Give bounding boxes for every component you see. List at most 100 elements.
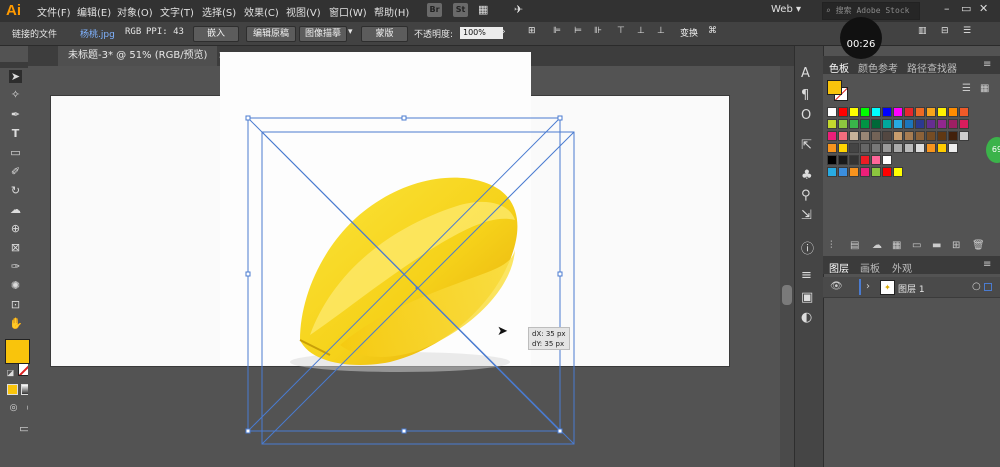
swatch[interactable] <box>860 167 870 177</box>
swatch[interactable] <box>838 167 848 177</box>
paragraph-panel-icon[interactable]: ¶ <box>801 88 809 103</box>
swatch[interactable] <box>948 119 958 129</box>
list-view-icon[interactable]: ☰ <box>962 83 971 94</box>
libraries-panel-icon[interactable]: ⚲ <box>801 188 811 203</box>
swatch[interactable] <box>915 131 925 141</box>
swatch[interactable] <box>827 167 837 177</box>
layer-name[interactable]: 图层 1 <box>898 282 925 295</box>
swatch[interactable] <box>838 155 848 165</box>
swatch[interactable] <box>838 107 848 117</box>
layers-menu-icon[interactable]: ≡ <box>983 259 991 270</box>
swatch[interactable] <box>860 107 870 117</box>
swatch[interactable] <box>926 107 936 117</box>
swatch[interactable] <box>871 143 881 153</box>
swatch[interactable] <box>893 167 903 177</box>
swatch[interactable] <box>860 155 870 165</box>
swatch[interactable] <box>937 119 947 129</box>
symbols-panel-icon[interactable]: ♣ <box>801 168 813 183</box>
swatch[interactable] <box>882 143 892 153</box>
swatch[interactable] <box>849 119 859 129</box>
tab-artboards[interactable]: 画板 <box>860 260 880 275</box>
fill-preview-swatch[interactable] <box>827 80 842 95</box>
transparency-panel-icon[interactable]: ◐ <box>801 310 812 325</box>
character-panel-icon[interactable]: A <box>801 66 810 81</box>
swatch[interactable] <box>937 143 947 153</box>
swatch[interactable] <box>893 143 903 153</box>
delete-swatch-icon[interactable]: 🗑 <box>972 240 985 251</box>
expand-layer-icon[interactable]: › <box>866 281 870 292</box>
swatch[interactable] <box>948 107 958 117</box>
handle-top-left[interactable] <box>245 115 251 121</box>
swatch[interactable] <box>860 131 870 141</box>
swatch[interactable] <box>827 107 837 117</box>
handle-middle-left[interactable] <box>245 271 251 277</box>
swatch[interactable] <box>893 131 903 141</box>
swatch[interactable] <box>860 119 870 129</box>
swatch[interactable] <box>871 107 881 117</box>
target-icon[interactable]: ○ <box>972 281 981 292</box>
fill-swatch-front[interactable] <box>5 339 30 364</box>
vertical-scrollbar[interactable] <box>780 66 794 467</box>
swatch[interactable] <box>904 131 914 141</box>
swatch[interactable] <box>860 143 870 153</box>
swatch[interactable] <box>959 107 969 117</box>
tab-layers[interactable]: 图层 <box>829 260 849 275</box>
swatch[interactable] <box>827 155 837 165</box>
swatch[interactable] <box>882 167 892 177</box>
swatch[interactable] <box>838 131 848 141</box>
swatch[interactable] <box>838 143 848 153</box>
gradient-panel-icon[interactable]: ▣ <box>801 290 813 305</box>
swatch[interactable] <box>904 119 914 129</box>
swatch[interactable] <box>948 131 958 141</box>
color-group-icon[interactable]: ▦ <box>892 240 901 251</box>
grid-view-icon[interactable]: ▦ <box>980 83 989 94</box>
swatch[interactable] <box>849 167 859 177</box>
swatch[interactable] <box>915 119 925 129</box>
swatch[interactable] <box>827 131 837 141</box>
swatch[interactable] <box>959 131 969 141</box>
tab-swatches[interactable]: 色板 <box>829 60 849 75</box>
stroke-panel-icon[interactable]: ≡ <box>801 268 812 283</box>
swatch[interactable] <box>849 107 859 117</box>
swatch[interactable] <box>849 131 859 141</box>
swatch[interactable] <box>915 143 925 153</box>
handle-bottom-center[interactable] <box>401 428 407 434</box>
swatch[interactable] <box>948 143 958 153</box>
swatch[interactable] <box>926 131 936 141</box>
visibility-eye-icon[interactable]: 👁 <box>830 281 843 292</box>
swatch[interactable] <box>915 107 925 117</box>
tab-pathfinder[interactable]: 路径查找器 <box>907 60 957 75</box>
swatch[interactable] <box>827 119 837 129</box>
panel-menu-icon[interactable]: ≡ <box>983 59 991 70</box>
swatch[interactable] <box>893 107 903 117</box>
swatch[interactable] <box>937 131 947 141</box>
handle-bottom-left[interactable] <box>245 428 251 434</box>
swatch[interactable] <box>882 119 892 129</box>
swatch[interactable] <box>904 143 914 153</box>
swatch[interactable] <box>871 155 881 165</box>
swatch[interactable] <box>882 131 892 141</box>
swatch[interactable] <box>926 119 936 129</box>
swatch[interactable] <box>871 167 881 177</box>
handle-top-right[interactable] <box>557 115 563 121</box>
swatch[interactable] <box>893 119 903 129</box>
new-swatch-group-icon[interactable]: ▭ <box>912 240 921 251</box>
links-panel-icon[interactable]: ⇲ <box>801 208 812 223</box>
swatch-options-icon[interactable]: ☁ <box>872 240 882 251</box>
swatch[interactable] <box>882 155 892 165</box>
export-panel-icon[interactable]: ⇱ <box>801 138 812 153</box>
show-kinds-icon[interactable]: ▤ <box>850 240 859 251</box>
swatch[interactable] <box>959 119 969 129</box>
info-panel-icon[interactable]: ⓘ <box>801 238 814 257</box>
swatch[interactable] <box>937 107 947 117</box>
swatch[interactable] <box>871 131 881 141</box>
handle-middle-right[interactable] <box>557 271 563 277</box>
swatch[interactable] <box>827 143 837 153</box>
tab-appearance[interactable]: 外观 <box>892 260 912 275</box>
opentype-panel-icon[interactable]: O <box>801 108 811 123</box>
swatch[interactable] <box>849 155 859 165</box>
swatch[interactable] <box>871 119 881 129</box>
tab-color-guide[interactable]: 颜色参考 <box>858 60 898 75</box>
vertical-scroll-thumb[interactable] <box>782 285 792 305</box>
swatch[interactable] <box>882 107 892 117</box>
